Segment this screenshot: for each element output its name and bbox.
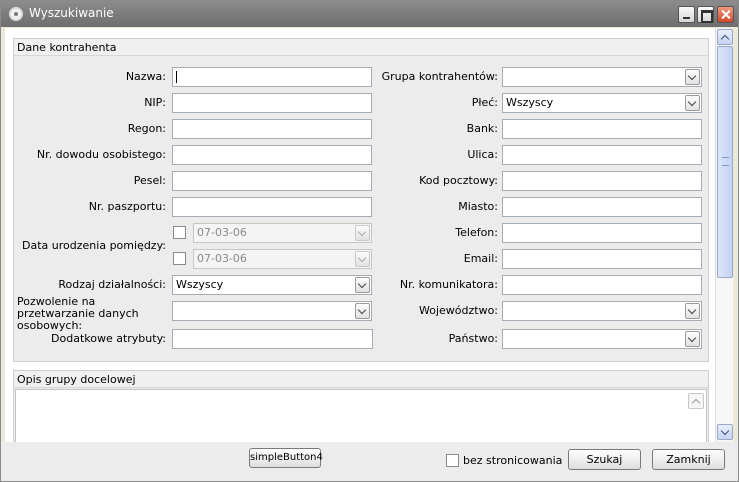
close-button[interactable] [717,6,734,23]
contractor-data-group: Dane kontrahenta Nazwa: NIP: Regon: Nr. … [13,38,709,362]
scrollable-form: Dane kontrahenta Nazwa: NIP: Regon: Nr. … [5,28,715,442]
group-title: Dane kontrahenta [14,39,708,56]
gender-label: Płeć: [471,96,498,109]
description-memo[interactable] [15,389,707,442]
regon-input[interactable] [172,119,372,139]
pesel-label: Pesel: [133,174,166,187]
no-paging-label: bez stronicowania [463,454,563,467]
street-label: Ulica: [467,148,498,161]
bank-input[interactable] [502,119,702,139]
email-label: Email: [463,252,498,265]
regon-label: Regon: [127,122,166,135]
scroll-up-icon[interactable] [688,393,704,409]
chevron-down-icon[interactable] [685,303,700,319]
phone-input[interactable] [502,223,702,243]
attributes-label: Dodatkowe atrybuty: [51,332,166,345]
birth-from-date[interactable]: 07-03-06 [193,223,372,243]
scroll-thumb[interactable] [717,46,733,278]
scroll-up-button[interactable] [717,29,733,45]
group-title: Opis grupy docelowej [14,371,708,388]
phone-label: Telefon: [455,226,498,239]
passport-label: Nr. paszportu: [88,200,166,213]
title-bar[interactable]: Wyszukiwanie [1,1,738,27]
passport-input[interactable] [172,197,372,217]
consent-label: Pozwolenie na przetwarzanie danych osobo… [17,295,139,332]
no-paging-checkbox[interactable] [446,454,459,467]
birth-from-value: 07-03-06 [197,226,247,239]
chevron-down-icon[interactable] [685,69,700,85]
activity-label: Rodzaj działalności: [58,278,166,291]
email-input[interactable] [502,249,702,269]
birth-date-label: Data urodzenia pomiędzy: [22,239,166,252]
id-number-label: Nr. dowodu osobistego: [36,148,166,161]
voivodeship-label: Województwo: [418,304,498,317]
scroll-down-button[interactable] [717,424,733,440]
country-select[interactable] [502,329,702,349]
street-input[interactable] [502,145,702,165]
maximize-button[interactable] [697,6,714,23]
postal-code-input[interactable] [502,171,702,191]
birth-to-value: 07-03-06 [197,252,247,265]
chevron-down-icon[interactable] [685,95,700,111]
country-label: Państwo: [448,332,498,345]
search-button[interactable]: Szukaj [568,449,641,470]
attributes-input[interactable] [172,329,373,349]
footer-bar: simpleButton4 bez stronicowania Szukaj Z… [1,442,738,481]
target-group-description-group: Opis grupy docelowej [13,370,709,442]
pesel-input[interactable] [172,171,372,191]
name-input[interactable] [172,67,372,87]
window-title: Wyszukiwanie [29,6,114,20]
nip-input[interactable] [172,93,372,113]
simple-button[interactable]: simpleButton4 [249,448,323,468]
birth-to-checkbox[interactable] [173,252,186,265]
city-input[interactable] [502,197,702,217]
search-window: Wyszukiwanie Dane kontrahenta Nazwa: NIP… [0,0,739,482]
close-dialog-button[interactable]: Zamknij [652,449,725,470]
messenger-label: Nr. komunikatora: [399,278,498,291]
minimize-button[interactable] [678,6,695,23]
contractor-group-select[interactable] [502,67,702,87]
chevron-down-icon[interactable] [685,331,700,347]
activity-value: Wszyscy [176,278,224,291]
birth-from-checkbox[interactable] [173,226,186,239]
name-label: Nazwa: [125,70,166,83]
contractor-group-label: Grupa kontrahentów: [381,70,498,83]
messenger-input[interactable] [502,275,702,295]
nip-label: NIP: [144,96,166,109]
gear-icon [9,7,23,21]
consent-select[interactable] [172,301,372,321]
city-label: Miasto: [458,200,498,213]
bank-label: Bank: [466,122,498,135]
gender-value: Wszyscy [506,96,554,109]
gender-select[interactable]: Wszyscy [502,93,702,113]
vertical-scrollbar[interactable] [715,28,733,442]
id-number-input[interactable] [172,145,372,165]
activity-select[interactable]: Wszyscy [172,275,372,295]
voivodeship-select[interactable] [502,301,702,321]
postal-code-label: Kod pocztowy: [419,174,498,187]
birth-to-date[interactable]: 07-03-06 [193,249,372,269]
